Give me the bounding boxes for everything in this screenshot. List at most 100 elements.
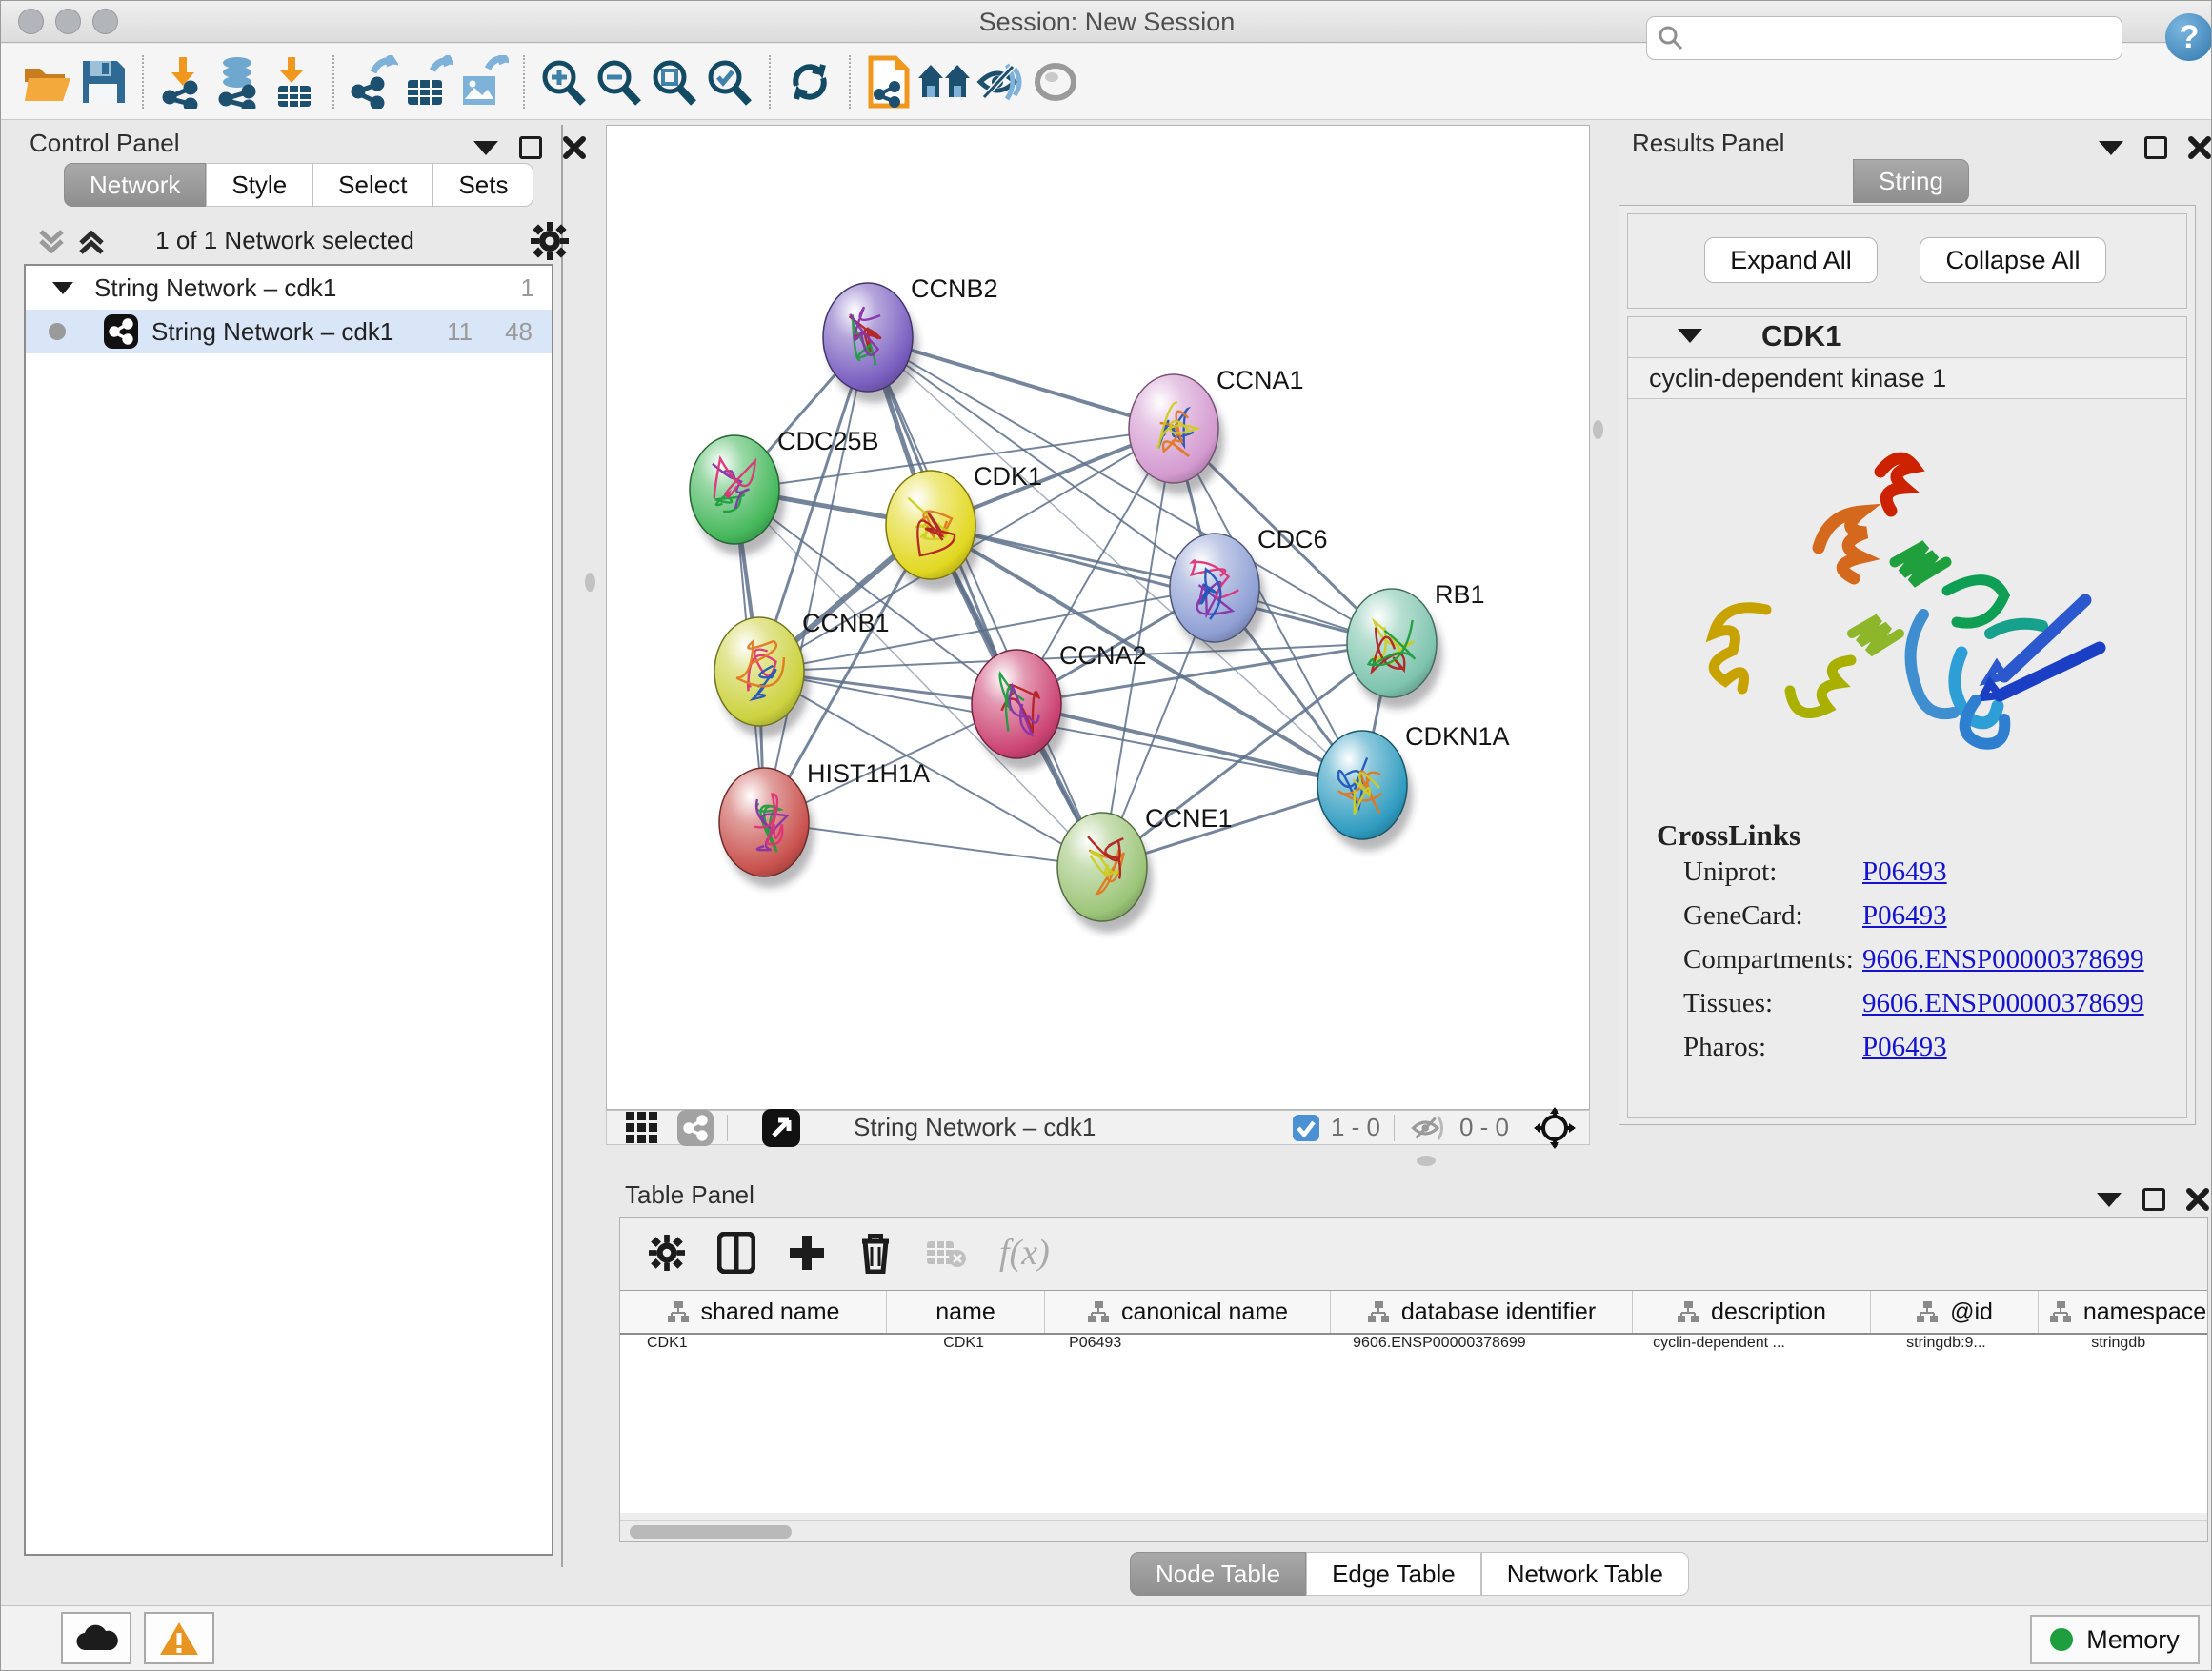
cell-database-identifier[interactable]: 9606.ENSP00000378699 <box>1326 1335 1626 1377</box>
export-network-icon[interactable] <box>346 52 401 111</box>
crosslink-link[interactable]: P06493 <box>1862 900 1947 944</box>
toolbar-separator <box>1394 1115 1395 1141</box>
warning-icon <box>158 1621 200 1657</box>
delete-column-icon[interactable] <box>858 1232 893 1274</box>
collapse-all-chevron-icon[interactable] <box>35 226 68 258</box>
show-columns-icon[interactable] <box>717 1232 755 1274</box>
open-session-icon[interactable] <box>20 52 75 111</box>
panel-menu-icon[interactable] <box>2099 141 2123 155</box>
network-view-canvas[interactable]: CCNB2CCNA1CDC25BCDK1CDC6RB1CCNB1CCNA2CDK… <box>606 125 1590 1110</box>
expand-all-button[interactable]: Expand All <box>1704 237 1878 283</box>
birds-eye-crosshair-icon[interactable] <box>1534 1107 1576 1149</box>
zoom-fit-icon[interactable] <box>647 52 702 111</box>
network-node-CCNA2[interactable] <box>972 650 1061 758</box>
apply-layout-icon[interactable] <box>782 52 837 111</box>
protein-section-expander-icon[interactable] <box>1678 329 1702 343</box>
network-view-toolbar: String Network – cdk1 1 - 0 0 - 0 <box>606 1110 1590 1145</box>
crosslink-link[interactable]: 9606.ENSP00000378699 <box>1862 944 2144 988</box>
network-options-gear-icon[interactable] <box>531 222 569 260</box>
close-panel-icon[interactable] <box>2186 1188 2209 1211</box>
table-horizontal-scrollbar[interactable] <box>620 1520 2207 1541</box>
float-panel-icon[interactable] <box>2144 136 2167 159</box>
network-share-gray-icon[interactable] <box>677 1110 714 1146</box>
panel-menu-icon[interactable] <box>2097 1193 2122 1207</box>
show-eye-icon[interactable] <box>1028 52 1083 111</box>
vertical-splitter-handle[interactable] <box>1593 420 1603 439</box>
network-node-CDC6[interactable] <box>1170 534 1259 642</box>
close-panel-icon[interactable] <box>563 136 586 159</box>
scrollbar-thumb[interactable] <box>630 1525 792 1539</box>
float-panel-icon[interactable] <box>519 136 542 159</box>
tab-network-table[interactable]: Network Table <box>1481 1552 1689 1596</box>
import-table-icon[interactable] <box>266 52 321 111</box>
function-builder-icon[interactable]: f(x) <box>999 1232 1050 1274</box>
network-row[interactable]: String Network – cdk1 11 48 <box>26 310 552 353</box>
selected-checkbox-icon[interactable] <box>1293 1115 1319 1141</box>
detach-view-icon[interactable] <box>762 1109 800 1147</box>
cell-canonical-name[interactable]: P06493 <box>1042 1335 1326 1377</box>
tab-style[interactable]: Style <box>206 163 312 207</box>
table-options-gear-icon[interactable] <box>649 1235 685 1271</box>
search-input[interactable] <box>1685 20 2122 56</box>
zoom-in-icon[interactable] <box>536 52 592 111</box>
protein-name: CDK1 <box>1761 319 1841 353</box>
cell-name[interactable]: CDK1 <box>885 1335 1042 1377</box>
crosslink-link[interactable]: 9606.ENSP00000378699 <box>1862 988 2144 1032</box>
column-header--id[interactable]: @id <box>1871 1291 2039 1333</box>
zoom-out-icon[interactable] <box>592 52 647 111</box>
tab-node-table[interactable]: Node Table <box>1130 1552 1306 1596</box>
network-node-CCNB1[interactable] <box>714 617 804 726</box>
cell-description[interactable]: cyclin-dependent ... <box>1626 1335 1862 1377</box>
export-image-icon[interactable] <box>456 52 512 111</box>
column-header-database-identifier[interactable]: database identifier <box>1331 1291 1633 1333</box>
table-row[interactable]: CDK1CDK1P064939606.ENSP00000378699cyclin… <box>620 1335 2207 1377</box>
toolbar-separator <box>727 1115 728 1141</box>
import-network-database-icon[interactable] <box>211 52 266 111</box>
grid-view-icon[interactable] <box>626 1112 658 1144</box>
column-header-namespace[interactable]: namespace <box>2039 1291 2208 1333</box>
save-session-icon[interactable] <box>75 52 131 111</box>
tab-sets[interactable]: Sets <box>432 163 533 207</box>
crosslink-link[interactable]: P06493 <box>1862 856 1947 900</box>
column-header-description[interactable]: description <box>1633 1291 1871 1333</box>
horizontal-splitter-handle[interactable] <box>1417 1156 1436 1166</box>
home-networks-icon[interactable] <box>917 52 973 111</box>
network-collection-row[interactable]: String Network – cdk1 1 <box>26 266 552 310</box>
memory-button[interactable]: Memory <box>2030 1615 2200 1664</box>
crosslink-link[interactable]: P06493 <box>1862 1032 1947 1076</box>
help-button[interactable]: ? <box>2165 13 2212 61</box>
tab-edge-table[interactable]: Edge Table <box>1306 1552 1481 1596</box>
column-header-canonical-name[interactable]: canonical name <box>1045 1291 1331 1333</box>
hidden-eye-icon[interactable] <box>1408 1114 1450 1142</box>
network-from-file-icon[interactable] <box>862 52 917 111</box>
float-panel-icon[interactable] <box>2142 1188 2165 1211</box>
hide-unhide-icon[interactable] <box>973 52 1028 111</box>
import-network-file-icon[interactable] <box>155 52 211 111</box>
network-node-label-RB1: RB1 <box>1435 580 1485 609</box>
node-table: shared namenamecanonical namedatabase id… <box>620 1290 2207 1513</box>
cell-shared-name[interactable]: CDK1 <box>620 1335 885 1377</box>
expand-all-chevron-icon[interactable] <box>75 226 108 258</box>
vertical-splitter-handle[interactable] <box>585 573 595 592</box>
tab-string[interactable]: String <box>1853 159 1969 203</box>
cell-namespace[interactable]: stringdb <box>2029 1335 2207 1377</box>
cell--id[interactable]: stringdb:9... <box>1863 1335 2030 1377</box>
column-header-shared-name[interactable]: shared name <box>620 1291 887 1333</box>
network-edge-HIST1H1A-CCNE1[interactable] <box>764 822 1102 867</box>
collection-expander-icon[interactable] <box>52 282 73 294</box>
tab-network[interactable]: Network <box>64 163 206 207</box>
collapse-all-button[interactable]: Collapse All <box>1920 237 2106 283</box>
crosslink-label: Compartments: <box>1683 944 1862 988</box>
export-table-icon[interactable] <box>401 52 456 111</box>
add-column-icon[interactable] <box>788 1234 826 1272</box>
panel-menu-icon[interactable] <box>473 141 498 155</box>
delete-table-icon[interactable] <box>925 1236 967 1270</box>
tab-select[interactable]: Select <box>312 163 432 207</box>
network-node-CCNE1[interactable] <box>1057 813 1147 921</box>
cloud-button[interactable] <box>61 1612 131 1664</box>
close-panel-icon[interactable] <box>2188 136 2211 159</box>
zoom-selected-icon[interactable] <box>702 52 757 111</box>
crosslink-row: Uniprot:P06493 <box>1683 856 2160 900</box>
warnings-button[interactable] <box>144 1612 214 1664</box>
column-header-name[interactable]: name <box>887 1291 1045 1333</box>
